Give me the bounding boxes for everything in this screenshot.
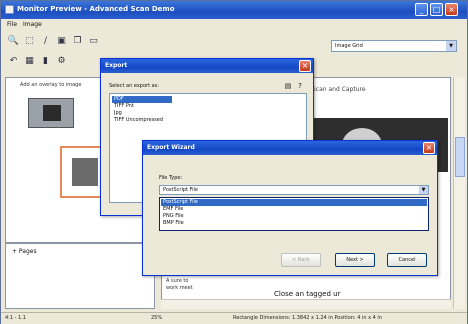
list-item[interactable]: EMF File	[161, 206, 427, 213]
menu-image[interactable]: Image	[23, 21, 42, 28]
cancel-button[interactable]: Cancel	[387, 253, 427, 267]
list-item[interactable]: PDF	[112, 96, 172, 103]
vertical-scrollbar[interactable]	[453, 77, 465, 309]
document-header: Scan and Capture	[312, 86, 366, 93]
maximize-button[interactable]: □	[430, 3, 443, 16]
status-zoom: 25%	[151, 315, 163, 321]
list-item[interactable]: Jpg	[112, 110, 122, 117]
pages-label[interactable]: + Pages	[12, 248, 37, 255]
status-bar: 4:1 - 1.1 25% Rectangle Dimensions: 1.38…	[1, 312, 467, 324]
next-button[interactable]: Next >	[335, 253, 375, 267]
export-format-label: Select an export as:	[109, 83, 159, 89]
select-icon[interactable]: ⬚	[23, 35, 36, 48]
close-icon[interactable]: ×	[299, 60, 311, 72]
thumbnail-caption: Add an overlay to image	[20, 82, 82, 88]
thumbnail-image[interactable]	[28, 98, 74, 128]
list-item[interactable]: TIFF Uncompressed	[112, 117, 163, 124]
copy-icon[interactable]: ❐	[71, 35, 84, 48]
file-type-label: File Type:	[159, 175, 183, 181]
window-title: Monitor Preview - Advanced Scan Demo	[17, 5, 175, 13]
status-position: 4:1 - 1.1	[5, 315, 26, 321]
undo-icon[interactable]: ↶	[7, 55, 20, 68]
wizard-title-bar[interactable]: Export Wizard ×	[143, 141, 437, 155]
app-icon	[5, 5, 14, 14]
menu-bar: File Image	[1, 19, 467, 31]
minimize-button[interactable]: _	[415, 3, 428, 16]
list-item[interactable]: TIFF Pnt	[112, 103, 134, 110]
export-dialog-title: Export	[105, 62, 128, 69]
trash-icon[interactable]: ▮	[39, 55, 52, 68]
close-button[interactable]: ×	[445, 3, 458, 16]
title-bar[interactable]: Monitor Preview - Advanced Scan Demo _ □…	[1, 1, 467, 19]
menu-file[interactable]: File	[7, 21, 17, 28]
chevron-down-icon: ▼	[419, 186, 428, 194]
pages-panel: + Pages	[5, 243, 155, 309]
list-item[interactable]: PostScript File	[161, 199, 427, 206]
list-item[interactable]: PNG File	[161, 213, 427, 220]
chevron-down-icon: ▼	[446, 41, 456, 51]
export-wizard-dialog: Export Wizard × File Type: PostScript Fi…	[142, 140, 438, 276]
help-icon[interactable]: ?	[295, 81, 305, 91]
zoom-icon[interactable]: 🔍	[7, 35, 20, 48]
list-item[interactable]: BMP File	[161, 220, 427, 227]
back-button[interactable]: < Back	[281, 253, 321, 267]
grid-icon[interactable]: ▦	[23, 55, 36, 68]
view-combo[interactable]: Image Grid ▼	[331, 40, 457, 52]
status-info: Rectangle Dimensions: 1.3842 x 1.24 in P…	[233, 315, 382, 321]
export-dialog-title-bar[interactable]: Export ×	[101, 59, 313, 73]
file-type-select-value: PostScript File	[163, 187, 198, 193]
horizontal-scrollbar[interactable]	[161, 299, 451, 309]
file-type-dropdown-list[interactable]: PostScript File EMF File PNG File BMP Fi…	[159, 197, 429, 231]
document-small-text: A sure to work meet	[166, 278, 193, 291]
document-body-text: Close an tagged ur	[274, 290, 341, 298]
file-type-select[interactable]: PostScript File ▼	[159, 185, 429, 195]
gear-icon[interactable]: ⚙	[55, 55, 68, 68]
camera-icon[interactable]: ▣	[55, 35, 68, 48]
close-icon[interactable]: ×	[423, 142, 435, 154]
scrollbar-thumb[interactable]	[455, 137, 465, 177]
view-combo-value: Image Grid	[335, 43, 363, 49]
pen-icon[interactable]: ∕	[39, 35, 52, 48]
rectangle-icon[interactable]: ▭	[87, 35, 100, 48]
list-view-icon[interactable]: ▤	[283, 81, 293, 91]
wizard-title: Export Wizard	[147, 144, 195, 151]
export-view-icons: ▤ ?	[283, 81, 305, 91]
